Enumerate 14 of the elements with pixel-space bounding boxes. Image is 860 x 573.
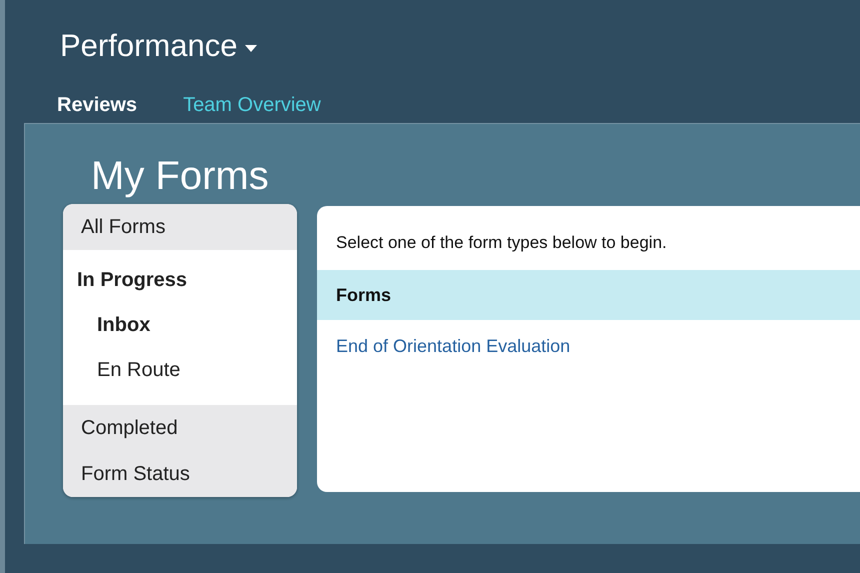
page-title: My Forms bbox=[91, 154, 270, 198]
sidebar-item[interactable]: Inbox bbox=[63, 303, 297, 348]
nav-tab[interactable]: Reviews bbox=[57, 94, 138, 117]
form-link[interactable]: End of Orientation Evaluation bbox=[317, 320, 860, 373]
intro-text: Select one of the form types below to begin. bbox=[336, 232, 668, 254]
nav-tab[interactable]: Team Overview bbox=[183, 94, 321, 117]
sidebar-item[interactable]: Form Status bbox=[63, 451, 297, 497]
sidebar-item[interactable]: Completed bbox=[63, 405, 297, 451]
sidebar-group-heading[interactable]: In Progress bbox=[63, 258, 297, 303]
module-menu-button[interactable]: Performance bbox=[60, 28, 258, 64]
caret-icon bbox=[245, 44, 258, 52]
column-heading: Forms bbox=[336, 284, 392, 306]
sidebar-item[interactable]: All Forms bbox=[63, 204, 297, 250]
sidebar-item[interactable]: En Route bbox=[63, 348, 297, 393]
